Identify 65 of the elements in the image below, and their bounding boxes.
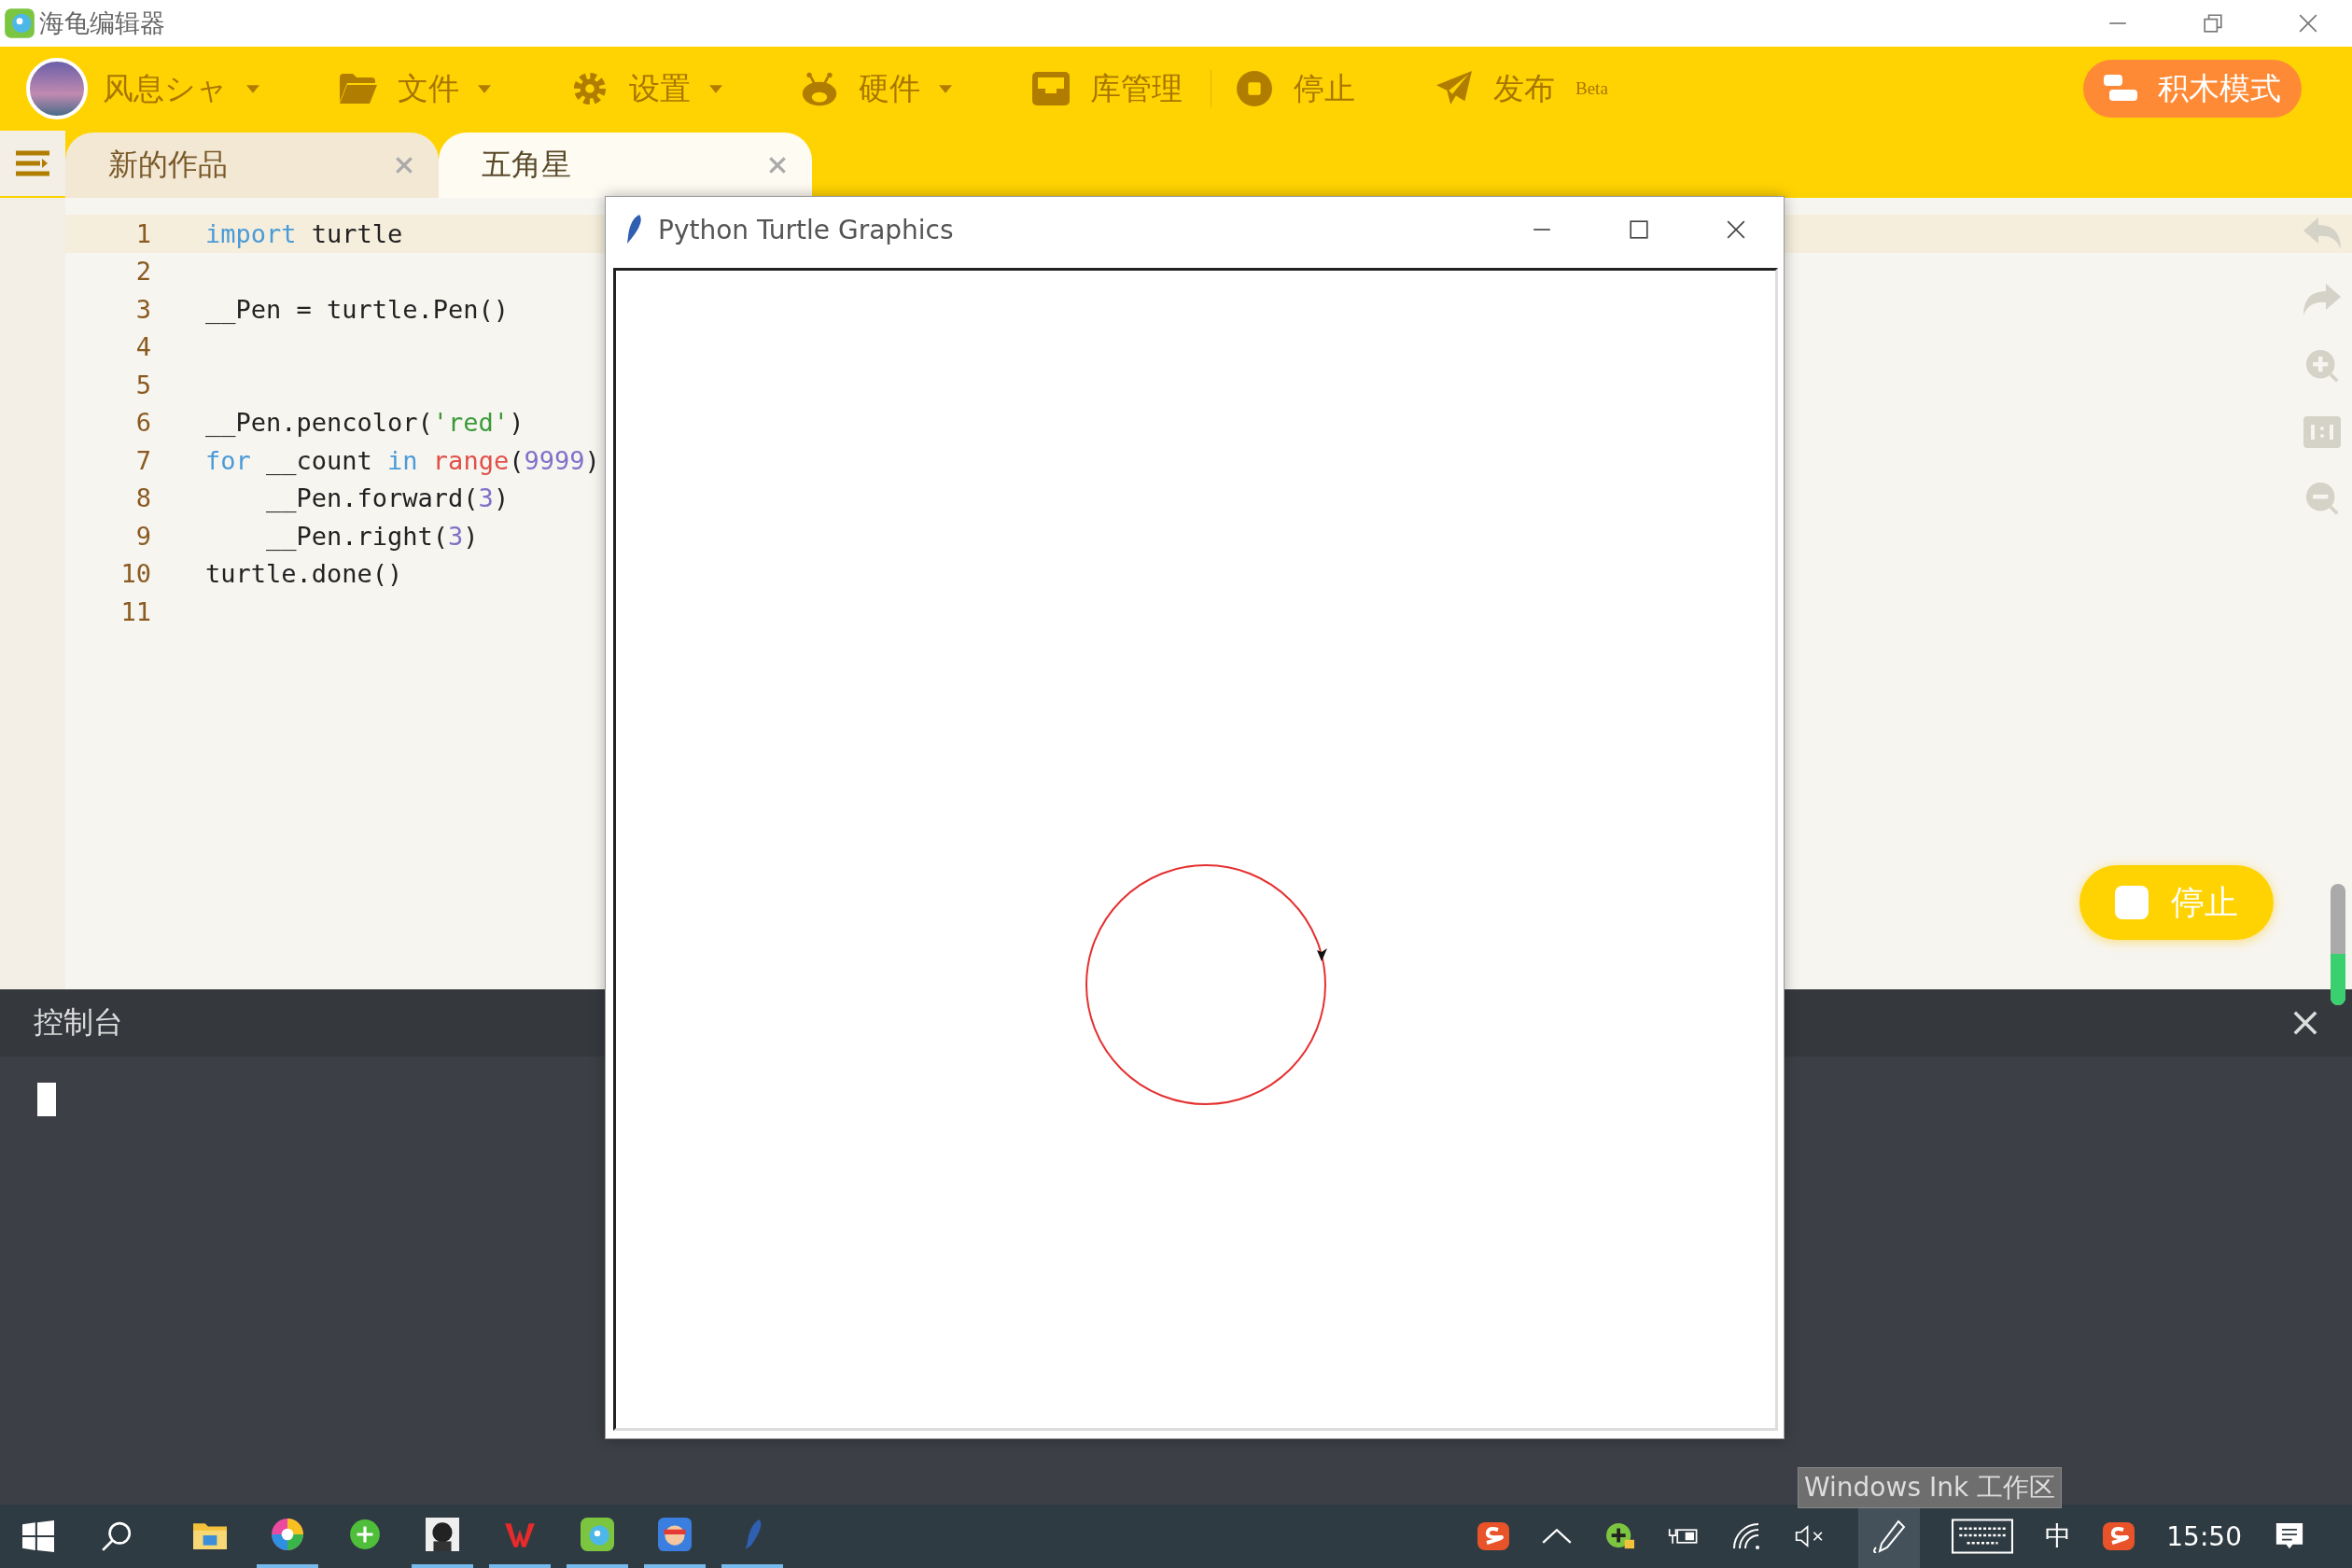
robot-icon	[801, 71, 838, 106]
code-line: for __count in range(9999)	[205, 445, 600, 475]
code-line: __Pen.pencolor('red')	[205, 408, 525, 438]
input-mode-indicator[interactable]: 中	[2045, 1519, 2072, 1554]
code-line: __Pen = turtle.Pen()	[205, 294, 510, 324]
console-title: 控制台	[34, 1003, 123, 1042]
turtle-app-icon	[581, 1518, 614, 1551]
caret-icon	[246, 84, 259, 93]
line-number: 5	[134, 370, 151, 399]
caret-icon	[478, 84, 491, 93]
keyboard-icon[interactable]	[1952, 1519, 2014, 1554]
notification-icon[interactable]	[2274, 1522, 2305, 1550]
line-number: 4	[134, 332, 151, 362]
input-method-icon[interactable]	[1477, 1522, 1510, 1550]
menu-button[interactable]: 文件	[398, 67, 491, 110]
stop-button[interactable]: 停止	[2079, 865, 2274, 940]
feather-icon	[624, 214, 643, 245]
portrait-icon	[426, 1518, 459, 1551]
gear-icon	[571, 71, 609, 106]
window-title: Python Turtle Graphics	[658, 214, 954, 245]
line-number: 3	[134, 294, 151, 324]
line-number: 1	[134, 218, 151, 248]
blocks-icon	[2104, 75, 2137, 103]
code-line: import turtle	[205, 218, 403, 248]
windows-start-icon[interactable]	[22, 1520, 54, 1552]
toolbar-button[interactable]: 库管理	[1090, 67, 1183, 110]
line-number: 6	[134, 408, 151, 438]
toolbar-button[interactable]: 发布$^{Beta}$	[1493, 67, 1608, 110]
caret-icon	[709, 84, 722, 93]
line-number: 9	[134, 521, 151, 551]
window-title: 海龟编辑器	[39, 7, 165, 39]
turtle-app-icon	[4, 7, 35, 39]
menu-button[interactable]: 硬件	[859, 67, 952, 110]
paper-plane-icon	[1435, 71, 1473, 106]
user-menu[interactable]: 风息シャ	[103, 67, 259, 110]
line-number: 10	[119, 559, 151, 589]
close-icon[interactable]	[2298, 13, 2318, 34]
line-number: 8	[134, 483, 151, 513]
menu-button[interactable]: 设置	[629, 67, 722, 110]
code-line: __Pen.right(3)	[265, 521, 479, 551]
folder-icon	[340, 71, 377, 106]
text-cursor	[37, 1083, 56, 1116]
tooltip: Windows Ink 工作区	[1798, 1467, 2062, 1508]
restore-icon[interactable]	[2203, 13, 2223, 34]
line-number: 11	[119, 596, 151, 626]
block-mode-button[interactable]: 积木模式	[2083, 60, 2302, 118]
editor-tab[interactable]: 新的作品	[65, 133, 439, 198]
code-line: turtle.done()	[205, 559, 403, 589]
clock[interactable]: 15:50	[2166, 1520, 2242, 1552]
pen-icon	[1872, 1519, 1907, 1553]
toolbar-button[interactable]: 停止	[1294, 67, 1355, 110]
editor-tab[interactable]: 五角星	[439, 133, 812, 198]
input-method-icon[interactable]	[2103, 1522, 2135, 1550]
mascot-icon	[658, 1518, 692, 1551]
search-icon[interactable]	[101, 1520, 133, 1552]
line-number: 2	[134, 257, 151, 287]
stop-icon	[1236, 71, 1273, 106]
pinwheel-icon	[271, 1518, 304, 1551]
code-line: __Pen.forward(3)	[265, 483, 510, 513]
line-number: 7	[134, 445, 151, 475]
tray-icon	[1032, 71, 1070, 106]
close-icon[interactable]	[1726, 219, 1746, 240]
caret-icon	[939, 84, 952, 93]
menu-icon[interactable]	[0, 131, 65, 196]
maximize-icon[interactable]	[1629, 219, 1649, 240]
